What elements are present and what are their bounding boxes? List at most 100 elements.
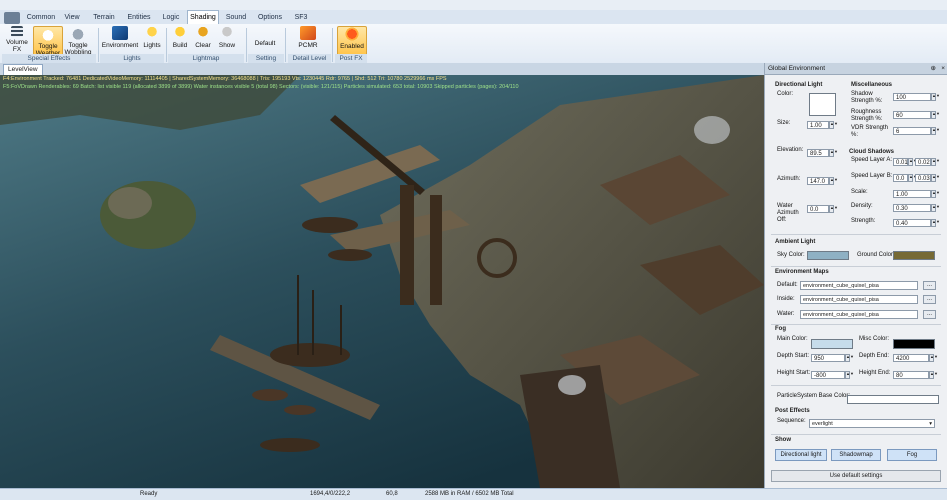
toggle-wobbling-button[interactable]: Toggle Wobbling (63, 26, 93, 56)
fog-height-end-spinner[interactable]: ▲▼ (929, 371, 938, 379)
speed-a-spinner-2[interactable]: ▲▼ (931, 158, 940, 166)
fog-main-color-swatch[interactable] (811, 339, 853, 349)
stats-line-environment: F4:Environment Tracked: 76481 DedicatedV… (3, 76, 447, 82)
speed-b-input-2[interactable]: 0.03 (915, 174, 931, 182)
cloud-strength-spinner[interactable]: ▲▼ (931, 219, 940, 227)
fog-depth-end-spinner[interactable]: ▲▼ (929, 354, 938, 362)
sky-color-swatch[interactable] (807, 251, 849, 260)
fog-height-end-input[interactable]: 80 (893, 371, 929, 379)
roughness-strength-input[interactable]: 60 (893, 111, 931, 119)
tab-sound[interactable]: Sound (222, 12, 250, 23)
speed-b-spinner-2[interactable]: ▲▼ (931, 174, 940, 182)
particle-base-color-swatch[interactable] (847, 395, 939, 404)
close-icon[interactable]: × (941, 63, 945, 74)
fog-depth-start-spinner[interactable]: ▲▼ (845, 354, 854, 362)
cloud-icon (40, 27, 56, 41)
sequence-value: everlight (812, 421, 833, 427)
environment-maps-heading: Environment Maps (775, 269, 829, 275)
tab-shading[interactable]: Shading (187, 10, 219, 25)
lights-button[interactable]: Lights (141, 26, 163, 49)
stats-line-renderables: F5:FoVDrawn Renderables: 69 Batch: list … (3, 84, 519, 90)
tab-logic[interactable]: Logic (158, 12, 184, 23)
show-fog-button[interactable]: Fog (887, 449, 937, 461)
fog-depth-start-input[interactable]: 950 (811, 354, 845, 362)
env-default-input[interactable]: environment_cube_quixel_pisa (800, 281, 918, 290)
fog-misc-color-label: Misc Color: (859, 336, 890, 342)
cloud-density-input[interactable]: 0.30 (893, 204, 931, 212)
tab-entities[interactable]: Entities (124, 12, 154, 23)
env-inside-browse-button[interactable]: ... (923, 295, 936, 304)
fog-height-start-spinner[interactable]: ▲▼ (845, 371, 854, 379)
directional-light-heading: Directional Light (775, 82, 823, 88)
sky-color-label: Sky Color: (777, 252, 805, 258)
env-inside-input[interactable]: environment_cube_quixel_pisa (800, 295, 918, 304)
dl-size-spinner[interactable]: ▲▼ (829, 121, 838, 129)
dl-azimuth-label: Azimuth: (777, 176, 801, 182)
show-shadowmap-button[interactable]: Shadowmap (831, 449, 881, 461)
fog-height-end-label: Height End: (859, 370, 891, 376)
dl-elevation-label: Elevation: (777, 147, 804, 153)
ground-color-swatch[interactable] (893, 251, 935, 260)
cloud-density-spinner[interactable]: ▲▼ (931, 204, 940, 212)
environment-label: Environment (101, 42, 139, 49)
volume-fx-button[interactable]: Volume FX (2, 26, 32, 53)
ribbon-panel: Volume FX Toggle Weather Toggle Wobbling… (0, 24, 947, 64)
dl-water-azimuth-spinner[interactable]: ▲▼ (829, 205, 838, 213)
sequence-select[interactable]: everlight ▾ (809, 419, 935, 428)
lightmap-show-button[interactable]: Show (216, 26, 238, 49)
fog-main-color-label: Main Color: (777, 336, 808, 342)
build-label: Build (172, 42, 188, 49)
dl-color-swatch[interactable] (809, 93, 836, 116)
flame-icon (344, 27, 360, 41)
dl-water-azimuth-input[interactable]: 0.0 (807, 205, 829, 213)
env-water-browse-button[interactable]: ... (923, 310, 936, 319)
setting-default-button[interactable]: Default (250, 40, 280, 47)
tab-common[interactable]: Common (26, 12, 56, 23)
fog-height-start-input[interactable]: -800 (811, 371, 845, 379)
cloud-scale-input[interactable]: 1.00 (893, 190, 931, 198)
dl-color-label: Color: (777, 91, 794, 97)
fog-depth-end-input[interactable]: 4200 (893, 354, 929, 362)
use-default-settings-button[interactable]: Use default settings (771, 470, 941, 482)
post-fx-enabled-button[interactable]: Enabled (337, 26, 367, 56)
lightmap-build-button[interactable]: Build (169, 26, 191, 49)
show-directional-light-button[interactable]: Directional light (775, 449, 827, 461)
tab-options[interactable]: Options (254, 12, 286, 23)
roughness-strength-spinner[interactable]: ▲▼ (931, 111, 940, 119)
environment-button[interactable]: Environment (101, 26, 139, 49)
app-menu-icon[interactable] (4, 12, 20, 24)
vdr-strength-input[interactable]: 6 (893, 127, 931, 135)
dl-elevation-spinner[interactable]: ▲▼ (829, 149, 838, 157)
tab-levelview[interactable]: LevelView (3, 64, 43, 75)
dl-azimuth-input[interactable]: 147.0 (807, 177, 829, 185)
status-bar: Ready 1694,4/0/222,2 60,8 2588 MB in RAM… (0, 488, 947, 500)
pin-icon[interactable]: ⊕ (931, 63, 936, 74)
env-water-input[interactable]: environment_cube_quixel_pisa (800, 310, 918, 319)
env-default-browse-button[interactable]: ... (923, 281, 936, 290)
env-water-label: Water: (777, 311, 795, 317)
shadow-strength-input[interactable]: 100 (893, 93, 931, 101)
vdr-strength-spinner[interactable]: ▲▼ (931, 127, 940, 135)
dl-elevation-input[interactable]: 89.5 (807, 149, 829, 157)
cloud-strength-input[interactable]: 0.40 (893, 219, 931, 227)
speed-b-input-1[interactable]: 0.0 (893, 174, 908, 182)
roughness-strength-label: Roughness Strength %: (851, 109, 883, 122)
fog-misc-color-swatch[interactable] (893, 339, 935, 349)
shadow-strength-spinner[interactable]: ▲▼ (931, 93, 940, 101)
dl-azimuth-spinner[interactable]: ▲▼ (829, 177, 838, 185)
speed-a-input-1[interactable]: 0.01 (893, 158, 908, 166)
level-viewport[interactable]: F4:Environment Tracked: 76481 DedicatedV… (0, 75, 764, 488)
group-detail-level: Detail Level (288, 54, 331, 63)
speed-a-spinner-1[interactable]: ▲▼ (908, 158, 917, 166)
tab-view[interactable]: View (60, 12, 84, 23)
speed-a-input-2[interactable]: 0.02 (915, 158, 931, 166)
lightmap-clear-button[interactable]: Clear (192, 26, 214, 49)
toggle-weather-button[interactable]: Toggle Weather (33, 26, 63, 57)
speed-b-spinner-1[interactable]: ▲▼ (908, 174, 917, 182)
tab-terrain[interactable]: Terrain (88, 12, 120, 23)
bulb-icon (219, 26, 235, 40)
cloud-scale-spinner[interactable]: ▲▼ (931, 190, 940, 198)
pcmr-button[interactable]: PCMR (291, 26, 325, 49)
dl-size-input[interactable]: 1.00 (807, 121, 829, 129)
tab-sf3[interactable]: SF3 (290, 12, 312, 23)
